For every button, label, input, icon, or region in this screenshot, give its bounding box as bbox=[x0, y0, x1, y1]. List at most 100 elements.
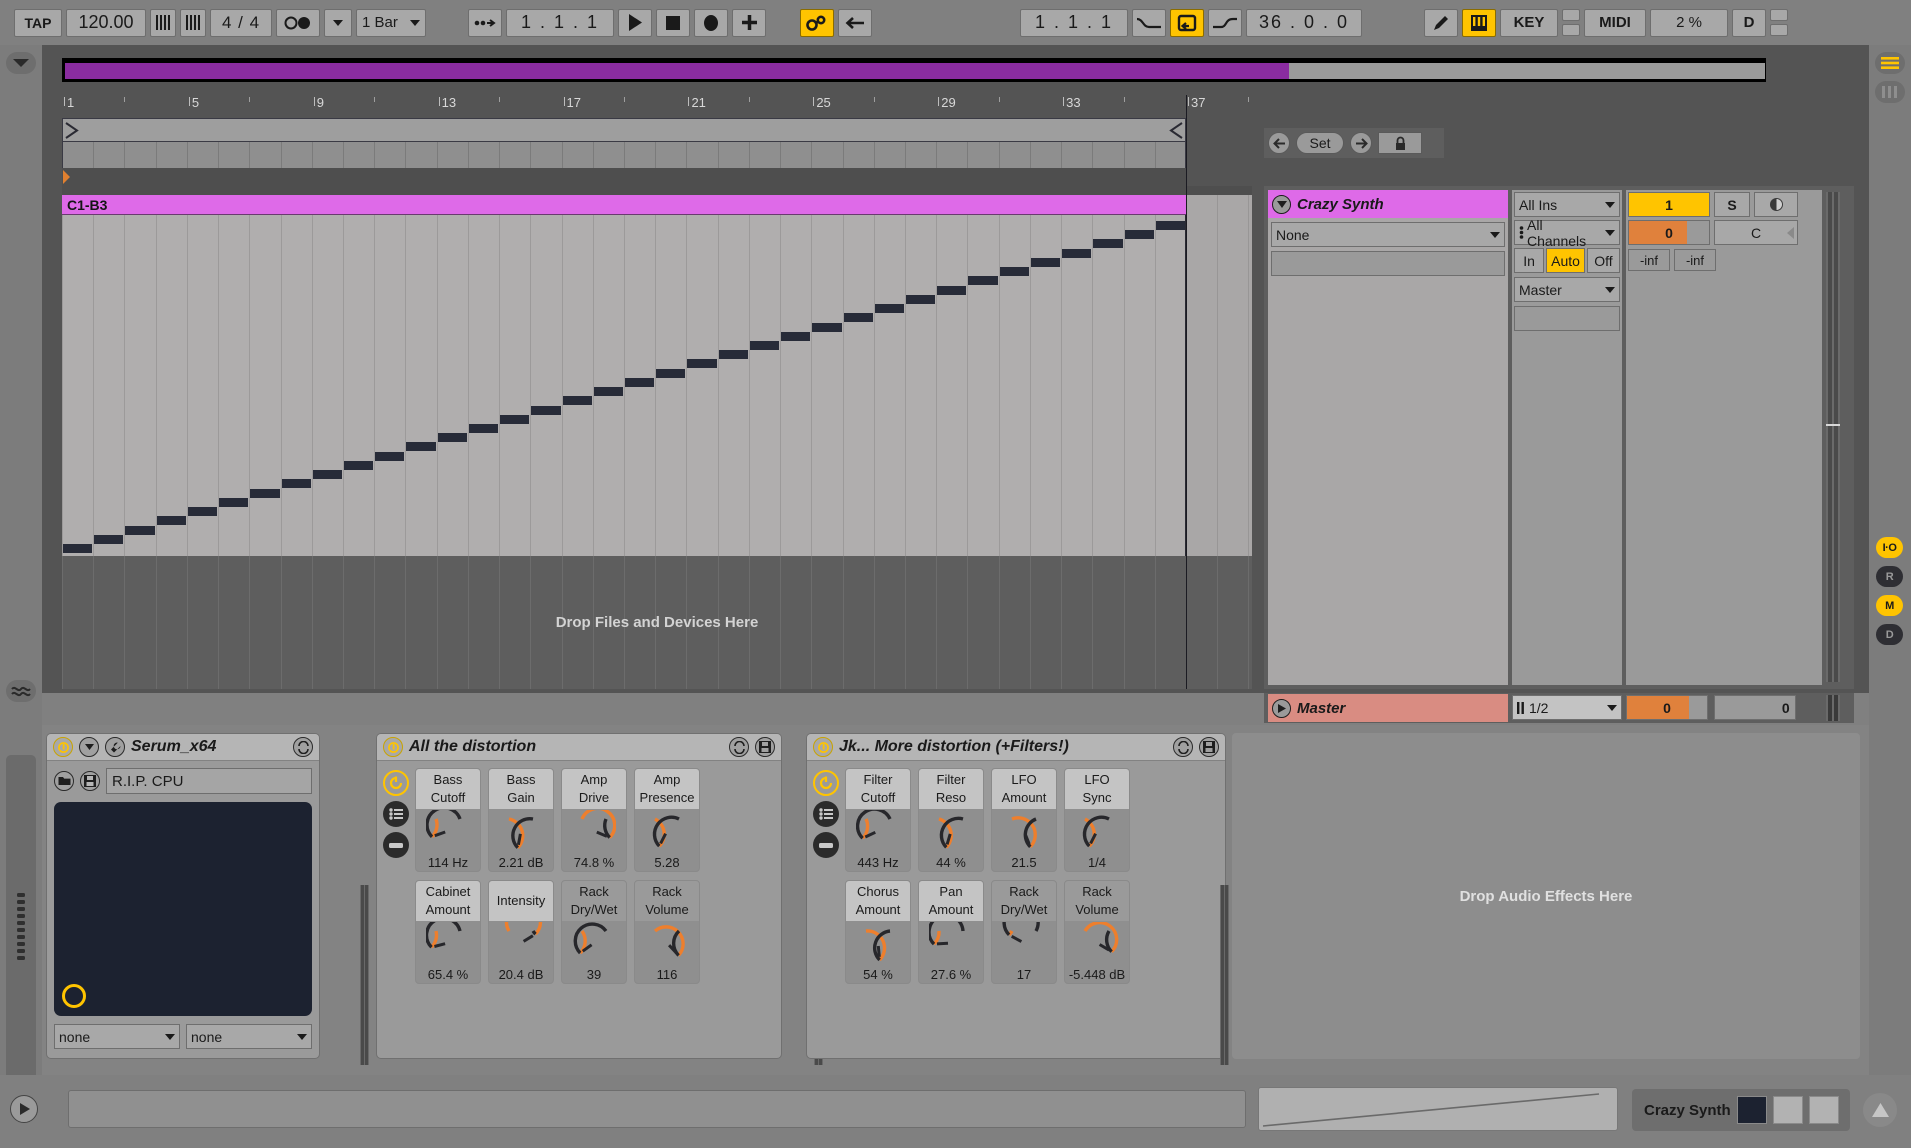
macro-control[interactable]: Intensity 20.4 dB bbox=[488, 880, 554, 984]
set-locator-button[interactable]: Set bbox=[1296, 132, 1344, 154]
link-button[interactable] bbox=[800, 8, 834, 37]
midi-note[interactable] bbox=[937, 285, 967, 295]
bar-cell[interactable] bbox=[1000, 142, 1031, 168]
mixer-toggle-returns[interactable]: R bbox=[1876, 566, 1903, 587]
bar-cell[interactable] bbox=[1031, 142, 1063, 168]
punch-out-button[interactable] bbox=[1208, 8, 1242, 37]
midi-note[interactable] bbox=[749, 340, 780, 350]
bar-cell[interactable] bbox=[1125, 142, 1156, 168]
peak-right-value[interactable]: -inf bbox=[1674, 249, 1716, 271]
bar-cell[interactable] bbox=[469, 142, 501, 168]
bar-cell[interactable] bbox=[719, 142, 750, 168]
empty-track-region[interactable] bbox=[1186, 195, 1252, 556]
loop-end-marker[interactable] bbox=[1169, 122, 1183, 139]
bar-cell[interactable] bbox=[1062, 142, 1094, 168]
device-chain-resize-handle[interactable] bbox=[6, 755, 36, 1093]
peak-left-value[interactable]: -inf bbox=[1628, 249, 1670, 271]
audio-from-channel-field[interactable] bbox=[1271, 251, 1505, 276]
track-name[interactable]: Crazy Synth bbox=[1268, 190, 1508, 218]
save-preset-icon[interactable] bbox=[1199, 737, 1219, 757]
midi-note[interactable] bbox=[63, 544, 93, 553]
loop-switch-button[interactable] bbox=[1170, 8, 1204, 37]
lock-envelopes-icon[interactable] bbox=[1378, 132, 1422, 154]
midi-note[interactable] bbox=[1030, 257, 1061, 267]
bar-cell[interactable] bbox=[94, 142, 126, 168]
bar-cell[interactable] bbox=[781, 142, 813, 168]
bar-cell[interactable] bbox=[406, 142, 438, 168]
macro-control[interactable]: Rack Volume -5.448 dB bbox=[1064, 880, 1130, 984]
midi-note[interactable] bbox=[625, 377, 655, 387]
midi-from-dropdown[interactable]: All Ins bbox=[1514, 192, 1620, 217]
macro-control[interactable]: Bass Gain 2.21 dB bbox=[488, 768, 554, 872]
quantization-dropdown[interactable]: 1 Bar bbox=[356, 8, 426, 37]
arm-record-icon[interactable] bbox=[1754, 192, 1798, 217]
midi-note[interactable] bbox=[219, 497, 249, 507]
macro-knob[interactable] bbox=[1065, 921, 1129, 965]
bar-cell[interactable] bbox=[344, 142, 376, 168]
macro-control[interactable]: LFO Amount 21.5 bbox=[991, 768, 1057, 872]
modulation-selector-2[interactable]: none bbox=[186, 1024, 312, 1049]
bar-cell[interactable] bbox=[438, 142, 469, 168]
audio-to-dropdown[interactable]: Master bbox=[1514, 277, 1620, 302]
midi-note[interactable] bbox=[781, 331, 811, 341]
macro-control[interactable]: Bass Cutoff 114 Hz bbox=[415, 768, 481, 872]
midi-note[interactable] bbox=[344, 460, 374, 470]
show-waveform-icon[interactable] bbox=[6, 680, 36, 702]
loop-length-field[interactable]: 36 . 0 . 0 bbox=[1246, 8, 1362, 37]
device-rack-2[interactable]: Jk... More distortion (+Filters!) Filter… bbox=[806, 733, 1226, 1059]
arrangement-position-field[interactable]: 1 . 1 . 1 bbox=[506, 8, 614, 37]
record-button[interactable] bbox=[694, 8, 728, 37]
bar-cell[interactable] bbox=[219, 142, 251, 168]
nudge-icon[interactable] bbox=[180, 8, 206, 37]
device-on-icon[interactable] bbox=[383, 737, 403, 757]
midi-note[interactable] bbox=[375, 451, 405, 461]
bar-cell[interactable] bbox=[937, 142, 969, 168]
bar-cell[interactable] bbox=[812, 142, 844, 168]
bar-cell[interactable] bbox=[188, 142, 220, 168]
master-track-name[interactable]: Master bbox=[1268, 694, 1508, 722]
tempo-field[interactable]: 120.00 bbox=[66, 8, 146, 37]
macro-control[interactable]: LFO Sync 1/4 bbox=[1064, 768, 1130, 872]
midi-note[interactable] bbox=[812, 322, 842, 332]
midi-note[interactable] bbox=[1062, 248, 1092, 258]
midi-note[interactable] bbox=[562, 396, 592, 406]
hamburger-menu-icon[interactable] bbox=[1875, 52, 1905, 74]
macro-show-icon[interactable] bbox=[813, 770, 839, 796]
macro-control[interactable]: Chorus Amount 54 % bbox=[845, 880, 911, 984]
track-fold-icon[interactable] bbox=[1272, 194, 1291, 214]
mixer-toggle-io[interactable]: I·O bbox=[1876, 537, 1903, 558]
midi-note[interactable] bbox=[968, 276, 998, 286]
macro-control[interactable]: Amp Presence 5.28 bbox=[634, 768, 700, 872]
macro-control[interactable]: Amp Drive 74.8 % bbox=[561, 768, 627, 872]
midi-channel-dropdown[interactable]: All Channels bbox=[1514, 217, 1620, 249]
mixer-toggle-delay[interactable]: D bbox=[1876, 624, 1903, 645]
track-overview-strip[interactable]: Crazy Synth bbox=[1632, 1089, 1850, 1131]
device-on-icon[interactable] bbox=[813, 737, 833, 757]
midi-note[interactable] bbox=[874, 304, 904, 314]
show-mixer-icon[interactable] bbox=[1875, 81, 1905, 103]
master-pan-field[interactable]: 0 bbox=[1714, 695, 1796, 720]
macro-knob[interactable] bbox=[846, 809, 910, 853]
bar-cell[interactable] bbox=[875, 142, 906, 168]
save-preset-icon[interactable] bbox=[80, 771, 100, 791]
chain-list-icon[interactable] bbox=[383, 801, 409, 827]
midi-note[interactable] bbox=[1093, 239, 1123, 249]
device-rack-1[interactable]: All the distortion Bass Cutoff 114 Hz Ba… bbox=[376, 733, 782, 1059]
computer-midi-keyboard-button[interactable] bbox=[1462, 8, 1496, 37]
macro-knob[interactable] bbox=[562, 809, 626, 853]
drop-files-zone[interactable]: Drop Files and Devices Here bbox=[62, 556, 1252, 689]
bar-cell[interactable] bbox=[594, 142, 625, 168]
midi-note[interactable] bbox=[500, 414, 530, 424]
bar-ruler[interactable]: 1 5 9 13 17 21 25 29 33 37 bbox=[62, 95, 1252, 119]
capture-midi-button[interactable] bbox=[732, 8, 766, 37]
bar-cell[interactable] bbox=[1156, 142, 1187, 168]
macro-control[interactable]: Pan Amount 27.6 % bbox=[918, 880, 984, 984]
draw-mode-button[interactable] bbox=[1424, 8, 1458, 37]
midi-note[interactable] bbox=[156, 516, 186, 526]
punch-in-button[interactable] bbox=[1132, 8, 1166, 37]
bar-cell[interactable] bbox=[687, 142, 719, 168]
bar-cell[interactable] bbox=[1093, 142, 1125, 168]
bar-cell[interactable] bbox=[750, 142, 782, 168]
macro-control[interactable]: Filter Cutoff 443 Hz bbox=[845, 768, 911, 872]
device-serum[interactable]: Serum_x64 R.I.P. CPU none none bbox=[46, 733, 320, 1059]
